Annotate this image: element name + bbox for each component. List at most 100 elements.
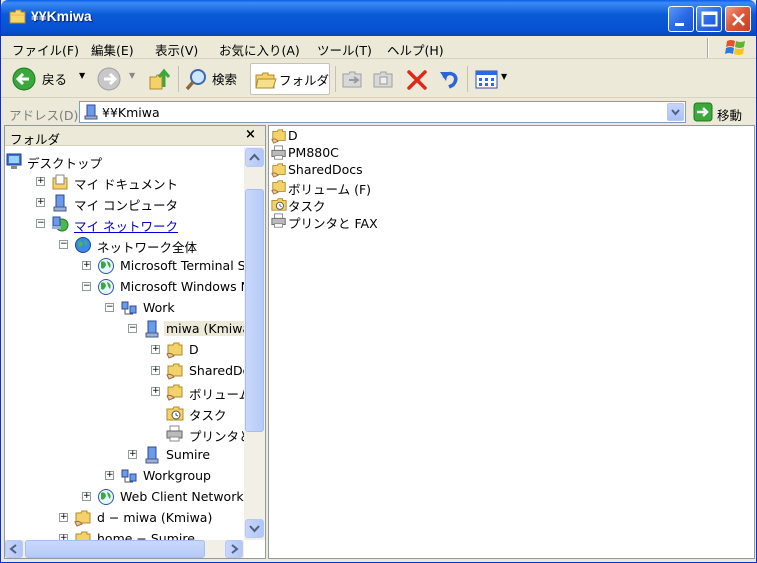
tree-item-label[interactable]: D [187,342,201,357]
computer-icon [143,446,161,464]
chevron-up-icon [249,153,260,161]
menu-tools[interactable]: ツール(T) [317,40,372,59]
forward-button[interactable]: ▼ [95,63,139,95]
move-to-button[interactable] [340,63,366,95]
folders-label: フォルダ [279,73,330,88]
scroll-down-button[interactable] [245,519,264,538]
collapse-toggle[interactable]: − [105,303,114,312]
back-button[interactable]: 戻る ▼ [9,63,91,95]
printer-icon [271,213,287,228]
close-button[interactable] [725,6,751,32]
tree-item-label[interactable]: miwa (Kmiwa) [164,321,244,336]
address-dropdown-button[interactable] [667,103,684,121]
toolbar-separator [178,66,179,92]
search-button[interactable]: 検索 [182,63,246,95]
network-globe-icon [97,257,115,275]
scroll-up-button[interactable] [245,148,264,167]
folders-icon [255,72,277,89]
tree-item-label[interactable]: home − Sumire [95,531,197,540]
collapse-toggle[interactable]: − [82,282,91,291]
tree-item-label[interactable]: Microsoft Windows Ne [118,279,244,294]
views-dropdown-icon[interactable]: ▼ [501,72,507,81]
menu-favorites[interactable]: お気に入り(A) [219,40,300,59]
windows-logo-icon [725,40,745,55]
menu-edit[interactable]: 編集(E) [91,40,134,59]
tree-item-label[interactable]: プリンタと FA [187,426,244,445]
scroll-right-button[interactable] [225,540,243,558]
scheduled-tasks-icon [271,196,287,211]
search-label: 検索 [212,72,238,87]
expand-toggle[interactable]: + [82,492,91,501]
tree-item-label[interactable]: d − miwa (Kmiwa) [95,510,214,525]
forward-arrow-icon [97,67,121,91]
toolbar-separator [467,66,468,92]
up-button[interactable] [147,63,173,95]
copy-to-icon [373,71,393,88]
folder-pane-title: フォルダ [10,132,61,147]
tree-item-label[interactable]: ネットワーク全体 [95,237,199,256]
title-bar[interactable]: ¥¥Kmiwa [1,0,756,36]
menu-file[interactable]: ファイル(F) [12,40,79,59]
shared-folder-icon [271,128,287,144]
tree-item-label[interactable]: マイ ネットワーク [72,216,180,235]
tree-item-label[interactable]: ボリューム (F [187,384,244,403]
folders-button[interactable]: フォルダ [250,63,330,95]
collapse-toggle[interactable]: − [128,324,137,333]
move-to-icon [342,71,362,88]
minimize-icon [675,23,684,26]
tree-item-label[interactable]: Work [141,300,177,315]
tree-item-label[interactable]: マイ ドキュメント [72,174,180,193]
address-input[interactable]: ¥¥Kmiwa [79,101,686,123]
globe-icon [74,236,92,254]
maximize-button[interactable] [696,6,722,32]
expand-toggle[interactable]: + [59,513,68,522]
minimize-button[interactable] [668,6,694,32]
tree-item-label[interactable]: Workgroup [141,468,213,483]
expand-toggle[interactable]: + [36,198,45,207]
close-icon [732,13,745,26]
delete-button[interactable] [404,63,430,95]
tree-item-label[interactable]: Microsoft Terminal Se [118,258,244,273]
expand-toggle[interactable]: + [36,177,45,186]
menu-help[interactable]: ヘルプ(H) [387,40,444,59]
expand-toggle[interactable]: + [128,450,137,459]
folder-icon [9,9,26,24]
menu-view[interactable]: 表示(V) [155,40,198,59]
go-label[interactable]: 移動 [717,105,742,124]
vertical-scrollbar[interactable] [244,147,265,540]
folder-tree-pane: フォルダ × デスクトップ + マイ ドキュメント + マイ コンピュータ − マイ ネット… [4,125,266,559]
expand-toggle[interactable]: + [151,345,160,354]
menu-bar: ファイル(F) 編集(E) 表示(V) お気に入り(A) ツール(T) ヘルプ(… [1,36,756,59]
tree-item-label[interactable]: Web Client Network [118,489,244,504]
views-button[interactable]: ▼ [473,63,511,95]
explorer-window: ¥¥Kmiwa ファイル(F) 編集(E) 表示(V) お気に入り(A) ツール… [0,0,757,563]
horizontal-scrollbar[interactable] [5,540,244,558]
desktop-icon [5,152,23,170]
tree-item-label[interactable]: SharedDocs [187,363,244,378]
back-arrow-icon [12,67,36,91]
chevron-right-icon [231,544,239,554]
collapse-toggle[interactable]: − [59,240,68,249]
scroll-thumb[interactable] [245,189,264,432]
expand-toggle[interactable]: + [151,366,160,375]
collapse-toggle[interactable]: − [36,219,45,228]
file-item-label: PM880C [288,145,339,160]
tree-item-label[interactable]: タスク [187,405,229,424]
tree-item-label[interactable]: マイ コンピュータ [72,195,180,214]
expand-toggle[interactable]: + [151,387,160,396]
scheduled-tasks-icon [166,404,184,422]
tree-item-label[interactable]: デスクトップ [25,153,104,172]
tree-item-label[interactable]: Sumire [164,447,212,462]
copy-to-button[interactable] [371,63,397,95]
scroll-left-button[interactable] [5,540,23,558]
forward-dropdown-icon[interactable]: ▼ [129,71,135,80]
go-button[interactable] [693,102,713,125]
shared-folder-icon [166,383,184,401]
undo-button[interactable] [436,63,462,95]
shared-folder-icon [166,362,184,380]
close-pane-button[interactable]: × [245,127,256,142]
expand-toggle[interactable]: + [82,261,91,270]
expand-toggle[interactable]: + [105,471,114,480]
horizontal-scroll-thumb[interactable] [25,540,205,558]
back-dropdown-icon[interactable]: ▼ [79,71,85,80]
